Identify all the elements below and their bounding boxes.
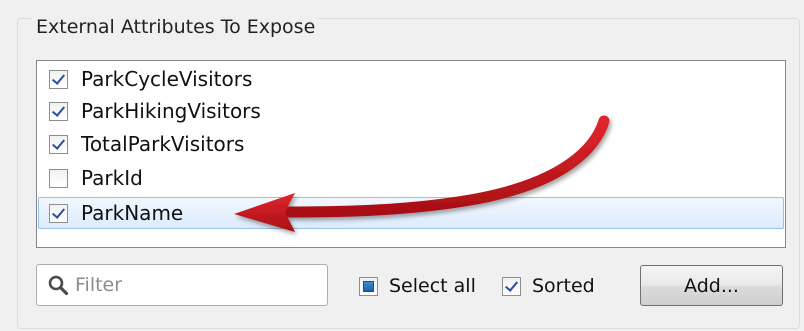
attribute-checkbox[interactable]	[49, 203, 68, 223]
attribute-label: ParkId	[81, 166, 143, 190]
add-button[interactable]: Add...	[640, 265, 783, 306]
filter-input[interactable]	[73, 273, 307, 297]
sorted-option[interactable]: Sorted	[502, 275, 595, 297]
group-title: External Attributes To Expose	[32, 16, 320, 38]
sorted-checkbox[interactable]	[502, 276, 521, 296]
attribute-label: ParkHikingVisitors	[81, 99, 261, 123]
attribute-checkbox[interactable]	[49, 134, 68, 154]
attribute-checkbox[interactable]	[49, 69, 68, 89]
list-item[interactable]: ParkHikingVisitors	[38, 95, 784, 127]
filter-input-box[interactable]	[36, 264, 328, 306]
list-item[interactable]: ParkId	[38, 162, 784, 194]
search-icon	[48, 275, 69, 296]
list-item-selected[interactable]: ParkName	[38, 197, 784, 229]
attribute-label: ParkCycleVisitors	[81, 67, 253, 91]
attribute-checkbox[interactable]	[49, 101, 68, 121]
sorted-label: Sorted	[532, 275, 595, 297]
select-all-checkbox[interactable]	[359, 276, 378, 296]
list-item[interactable]: ParkCycleVisitors	[38, 63, 784, 95]
attribute-label: TotalParkVisitors	[81, 132, 245, 156]
select-all-label: Select all	[389, 275, 476, 297]
select-all-option[interactable]: Select all	[359, 275, 476, 297]
attribute-list[interactable]: ParkCycleVisitors ParkHikingVisitors Tot…	[36, 60, 786, 248]
attribute-checkbox[interactable]	[49, 168, 68, 188]
attribute-label: ParkName	[81, 201, 184, 225]
list-item[interactable]: TotalParkVisitors	[38, 128, 784, 160]
